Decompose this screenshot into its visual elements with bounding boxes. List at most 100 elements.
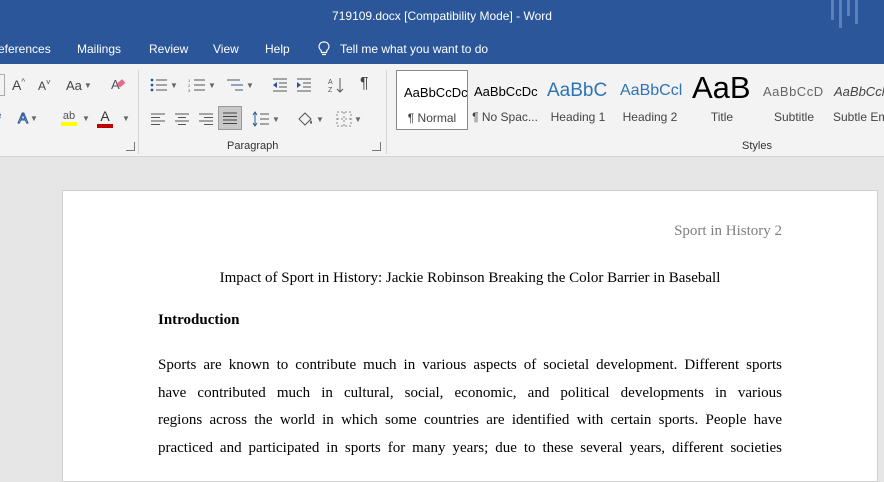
- increase-indent-icon: [297, 78, 311, 92]
- tab-help[interactable]: Help: [265, 42, 290, 56]
- style-title[interactable]: AaB Title: [686, 70, 758, 130]
- title-decoration: [831, 0, 858, 30]
- font-color-button[interactable]: A: [94, 106, 116, 130]
- style-name: Heading 2: [622, 110, 678, 124]
- text-effects-icon: A: [17, 109, 29, 127]
- title-bar: 719109.docx [Compatibility Mode] - Word: [0, 0, 884, 34]
- style-preview: AaB: [692, 70, 751, 105]
- align-center-button[interactable]: [174, 110, 190, 128]
- svg-text:A: A: [328, 79, 333, 86]
- style-heading-1[interactable]: AaBbC Heading 1: [542, 70, 614, 130]
- paint-bucket-icon: [298, 112, 312, 126]
- style-preview: AaBbCcDc: [404, 85, 468, 100]
- font-color-icon: A: [100, 108, 110, 124]
- tab-references[interactable]: eferences: [0, 42, 51, 56]
- sort-button[interactable]: AZ: [328, 76, 344, 94]
- multilevel-list-button[interactable]: ▼: [226, 76, 254, 94]
- tell-me-text: Tell me what you want to do: [340, 42, 489, 56]
- svg-text:3: 3: [188, 88, 191, 92]
- line-spacing-button[interactable]: ▼: [252, 109, 280, 129]
- style-preview: AaBbCcl: [620, 82, 683, 99]
- align-right-icon: [199, 113, 213, 125]
- numbering-button[interactable]: 123 ▼: [188, 76, 216, 94]
- style-preview: AaBbCcD: [763, 84, 824, 99]
- font-size-box[interactable]: [0, 74, 5, 96]
- pilcrow-icon: ¶: [360, 75, 369, 92]
- paragraph-line: have contributed much in cultural, socia…: [158, 384, 782, 401]
- style-name: ¶ No Spac...: [472, 110, 538, 124]
- paragraph-line: practiced and participated in sports for…: [158, 439, 782, 456]
- section-heading: Introduction: [158, 312, 240, 328]
- justify-icon: [223, 112, 237, 124]
- document-title: Impact of Sport in History: Jackie Robin…: [219, 270, 721, 286]
- window-title: 719109.docx [Compatibility Mode] - Word: [332, 9, 552, 23]
- align-left-button[interactable]: [150, 110, 166, 128]
- highlight-color-swatch: [61, 122, 77, 126]
- highlighter-icon: ab: [62, 110, 76, 122]
- shrink-font-icon: A˅: [38, 77, 51, 93]
- show-formatting-button[interactable]: ¶: [360, 74, 369, 94]
- document-page[interactable]: Sport in History 2 Impact of Sport in Hi…: [62, 190, 878, 482]
- group-separator: [138, 70, 139, 154]
- ribbon-tabs: eferences Mailings Review View Help Tell…: [0, 34, 884, 64]
- tab-review[interactable]: Review: [149, 42, 188, 56]
- borders-icon: [336, 111, 352, 127]
- paragraph-group-label: Paragraph: [227, 140, 279, 152]
- paragraph-line: Sports are known to contribute much in v…: [158, 357, 782, 373]
- font-color-swatch: [97, 124, 113, 128]
- change-case-icon: Aa: [66, 77, 82, 93]
- font-dialog-launcher-icon[interactable]: [126, 142, 135, 151]
- ribbon: A^ A˅ Aa▼ A ² A▼ ab ▼ A ▼ ▼ 123 ▼: [0, 64, 884, 157]
- text-effects-button[interactable]: A ▼: [17, 108, 37, 128]
- group-separator: [386, 70, 387, 154]
- svg-text:Z: Z: [328, 87, 333, 93]
- font-color-dropdown-icon[interactable]: ▼: [122, 114, 130, 123]
- lightbulb-icon: [318, 41, 330, 56]
- tell-me-box[interactable]: Tell me what you want to do: [318, 41, 488, 57]
- highlight-color-button[interactable]: ab: [56, 106, 82, 130]
- grow-font-button[interactable]: A^: [12, 76, 25, 94]
- paragraph-dialog-launcher-icon[interactable]: [372, 142, 381, 151]
- styles-gallery: AaBbCcDc ¶ Normal AaBbCcDc ¶ No Spac... …: [396, 70, 884, 130]
- style-subtitle[interactable]: AaBbCcD Subtitle: [758, 70, 830, 130]
- bullets-button[interactable]: ▼: [150, 76, 178, 94]
- clear-formatting-button[interactable]: A: [110, 74, 128, 94]
- shading-button[interactable]: ▼: [296, 109, 324, 129]
- tab-view[interactable]: View: [213, 42, 239, 56]
- styles-group-label: Styles: [742, 140, 772, 152]
- style-normal[interactable]: AaBbCcDc ¶ Normal: [396, 70, 468, 130]
- justify-button[interactable]: [218, 106, 242, 130]
- page-header: Sport in History 2: [674, 223, 782, 239]
- decrease-indent-icon: [273, 78, 287, 92]
- shrink-font-button[interactable]: A˅: [38, 76, 51, 94]
- body-paragraph: Sports are known to contribute much in v…: [158, 352, 782, 462]
- highlight-dropdown-icon[interactable]: ▼: [82, 114, 90, 123]
- align-right-button[interactable]: [198, 110, 214, 128]
- style-name: Subtitle: [773, 110, 815, 124]
- align-center-icon: [175, 113, 189, 125]
- grow-font-icon: A^: [12, 77, 26, 93]
- numbered-list-icon: 123: [188, 78, 205, 92]
- line-spacing-icon: [252, 111, 269, 127]
- style-preview: AaBbC: [547, 80, 608, 101]
- style-name: Subtle Em: [833, 110, 884, 124]
- tab-mailings[interactable]: Mailings: [77, 42, 121, 56]
- style-heading-2[interactable]: AaBbCcl Heading 2: [614, 70, 686, 130]
- superscript-button[interactable]: ²: [0, 108, 1, 128]
- style-name: Title: [710, 110, 734, 124]
- sort-icon: AZ: [328, 78, 344, 93]
- style-subtle-emphasis[interactable]: AaBbCcl Subtle Em: [830, 70, 884, 130]
- style-preview: AaBbCcDc: [474, 84, 538, 99]
- style-name: Heading 1: [550, 110, 606, 124]
- multilevel-list-icon: [227, 79, 243, 91]
- eraser-icon: A: [111, 77, 126, 92]
- change-case-button[interactable]: Aa ▼: [66, 76, 92, 94]
- increase-indent-button[interactable]: [296, 76, 312, 94]
- decrease-indent-button[interactable]: [272, 76, 288, 94]
- align-left-icon: [151, 113, 165, 125]
- style-name: ¶ Normal: [407, 111, 457, 125]
- bullet-list-icon: [150, 78, 167, 92]
- style-preview: AaBbCcl: [834, 84, 884, 99]
- style-no-spacing[interactable]: AaBbCcDc ¶ No Spac...: [468, 70, 542, 130]
- borders-button[interactable]: ▼: [336, 109, 362, 129]
